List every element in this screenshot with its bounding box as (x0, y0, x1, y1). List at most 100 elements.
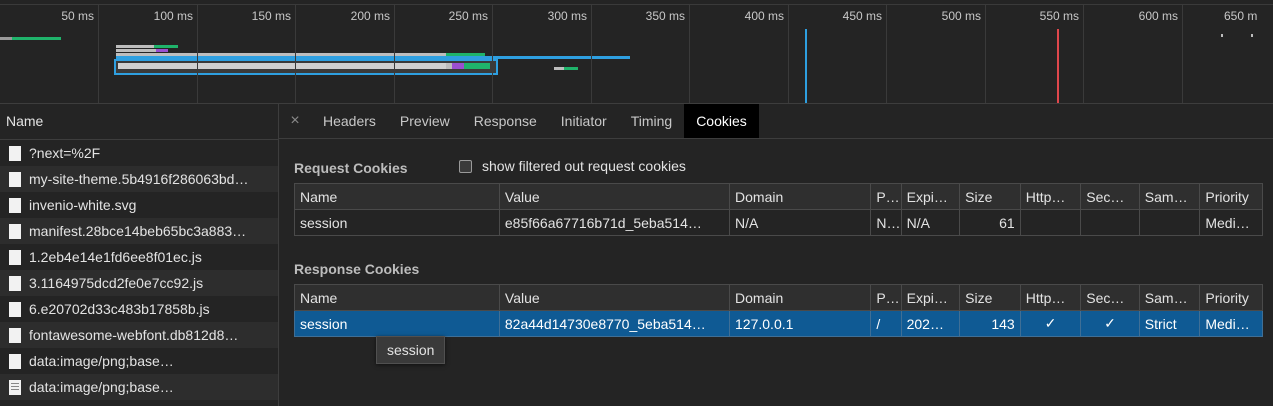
timeline-tick-label: 300 ms (547, 9, 587, 23)
name-column-header[interactable]: Name (0, 104, 278, 140)
tab-preview[interactable]: Preview (388, 104, 462, 138)
cookie-cell[interactable]: N/A (729, 209, 872, 236)
column-header[interactable]: Size (959, 183, 1021, 210)
tab-cookies[interactable]: Cookies (684, 104, 759, 138)
tab-response[interactable]: Response (462, 104, 549, 138)
request-list: ?next=%2F my-site-theme.5b4916f286063bd… i… (0, 140, 278, 400)
cookie-cell[interactable]: 202… (900, 310, 961, 337)
request-row[interactable]: manifest.28bce14beb65bc3a883… (0, 218, 278, 244)
request-row[interactable]: my-site-theme.5b4916f286063bd… (0, 166, 278, 192)
cookie-cell[interactable] (1138, 209, 1201, 236)
cookie-cell[interactable]: N/A (900, 209, 961, 236)
tab-initiator[interactable]: Initiator (549, 104, 619, 138)
timeline-gridline (98, 5, 99, 103)
timeline-tick-label: 350 ms (645, 9, 685, 23)
timeline-tick-label: 150 ms (251, 9, 291, 23)
column-header[interactable]: Name (294, 183, 500, 210)
column-header[interactable]: Expi… (900, 183, 961, 210)
cookie-cell[interactable]: Medi… (1199, 209, 1263, 236)
column-header[interactable]: Value (498, 183, 731, 210)
request-row[interactable]: invenio-white.svg (0, 192, 278, 218)
close-icon[interactable]: × (279, 112, 311, 130)
request-row[interactable]: data:image/png;base… (0, 348, 278, 374)
request-row[interactable]: 3.1164975dcd2fe0e7cc92.js (0, 270, 278, 296)
cookie-cell[interactable]: e85f66a67716b71d_5eba514… (498, 209, 731, 236)
request-name: my-site-theme.5b4916f286063bd… (29, 171, 249, 187)
cookie-cell[interactable]: session (294, 209, 500, 236)
cookie-cell[interactable]: 143 (959, 310, 1021, 337)
cookie-cell[interactable]: session (294, 310, 500, 337)
request-name: fontawesome-webfont.db812d8… (29, 327, 239, 343)
timeline-tick-label: 550 ms (1039, 9, 1079, 23)
column-header[interactable]: Priority (1199, 183, 1263, 210)
timeline-tick-label: 650 m (1224, 9, 1258, 23)
timeline-tick-label: 250 ms (448, 9, 488, 23)
request-name: invenio-white.svg (29, 197, 137, 213)
column-header[interactable]: Sec… (1080, 183, 1140, 210)
request-row[interactable]: 1.2eb4e14e1fd6ee8f01ec.js (0, 244, 278, 270)
cookie-cell[interactable]: 82a44d14730e8770_5eba514… (498, 310, 731, 337)
cookie-cell[interactable]: 127.0.0.1 (729, 310, 872, 337)
request-name: 3.1164975dcd2fe0e7cc92.js (29, 275, 204, 291)
request-name: 6.e20702d33c483b17858b.js (29, 301, 210, 317)
timeline-gridline (788, 5, 789, 103)
tab-list: Headers Preview Response Initiator Timing Coo… (311, 104, 759, 138)
column-header[interactable]: Domain (729, 183, 872, 210)
cookie-cell[interactable]: ✓ (1019, 310, 1082, 337)
file-icon (9, 145, 21, 161)
file-icon (9, 171, 21, 187)
column-header[interactable]: Name (294, 284, 500, 311)
response-cookies-title: Response Cookies (294, 261, 420, 277)
request-row[interactable]: data:image/png;base… (0, 374, 278, 400)
column-header[interactable]: Size (959, 284, 1021, 311)
cookie-row[interactable]: session 82a44d14730e8770_5eba514… 127.0.0.… (294, 310, 1263, 337)
column-header[interactable]: Sec… (1080, 284, 1140, 311)
timeline-gridline (197, 5, 198, 103)
request-row[interactable]: ?next=%2F (0, 140, 278, 166)
file-icon (9, 223, 21, 239)
timeline-tick-label: 400 ms (744, 9, 784, 23)
cookie-cell[interactable]: 61 (959, 209, 1021, 236)
column-header[interactable]: P… (870, 284, 902, 311)
timeline-tick-label: 50 ms (61, 9, 94, 23)
waterfall-bar (116, 45, 154, 48)
load-event-marker (1057, 29, 1059, 103)
request-name: 1.2eb4e14e1fd6ee8f01ec.js (29, 249, 202, 265)
checkbox-icon[interactable] (459, 159, 472, 173)
timeline-gridline (394, 5, 395, 103)
column-header[interactable]: Value (498, 284, 731, 311)
column-header[interactable]: Expi… (900, 284, 961, 311)
file-icon (9, 249, 21, 265)
request-name: data:image/png;base… (29, 353, 174, 369)
column-header[interactable]: Sam… (1138, 284, 1201, 311)
show-filtered-cookies-label: show filtered out request cookies (482, 158, 686, 174)
timeline-overview[interactable]: 50 ms 100 ms 150 ms 200 ms 250 ms 300 ms 350 m… (0, 0, 1273, 104)
column-header[interactable]: P… (870, 183, 902, 210)
cookie-cell[interactable]: N… (870, 209, 902, 236)
column-header[interactable]: Http… (1019, 183, 1082, 210)
cookie-row[interactable]: session e85f66a67716b71d_5eba514… N/A N… N/A… (294, 209, 1263, 236)
cookie-cell[interactable] (1080, 209, 1140, 236)
tab-timing[interactable]: Timing (619, 104, 685, 138)
timeline-gridline (886, 5, 887, 103)
timeline-gridline (689, 5, 690, 103)
timeline-tick-label: 200 ms (350, 9, 390, 23)
waterfall-bar (12, 37, 61, 40)
column-header[interactable]: Http… (1019, 284, 1082, 311)
request-row[interactable]: 6.e20702d33c483b17858b.js (0, 296, 278, 322)
column-header[interactable]: Sam… (1138, 183, 1201, 210)
file-icon (9, 197, 21, 213)
file-icon (9, 301, 21, 317)
cookie-cell[interactable]: ✓ (1080, 310, 1140, 337)
cookie-cell[interactable]: / (870, 310, 902, 337)
cookie-cell[interactable] (1019, 209, 1082, 236)
column-header[interactable]: Priority (1199, 284, 1263, 311)
cookie-cell[interactable]: Strict (1138, 310, 1201, 337)
cookie-cell[interactable]: Medi… (1199, 310, 1263, 337)
tab-headers[interactable]: Headers (311, 104, 388, 138)
column-header[interactable]: Domain (729, 284, 872, 311)
request-row[interactable]: fontawesome-webfont.db812d8… (0, 322, 278, 348)
waterfall-bar (0, 37, 12, 40)
show-filtered-cookies-toggle[interactable]: show filtered out request cookies (459, 158, 686, 174)
timeline-gridline (985, 5, 986, 103)
